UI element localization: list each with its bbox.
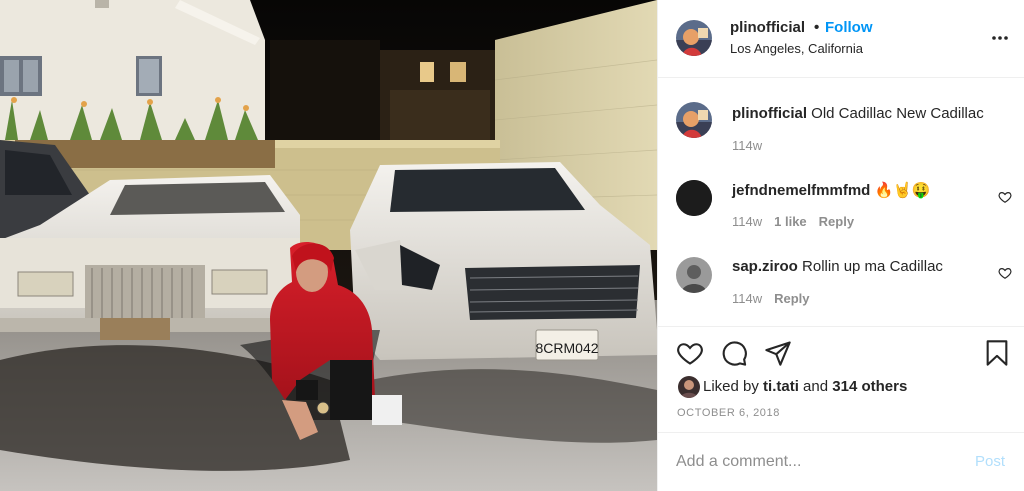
bookmark-icon[interactable] [983, 339, 1011, 367]
comment-text: sap.ziroo Rollin up ma Cadillac [732, 258, 943, 275]
avatar[interactable] [676, 257, 712, 293]
likes-prefix: Liked by [703, 378, 764, 395]
comment-likes[interactable]: 1 like [774, 214, 807, 229]
add-comment-bar: Post [658, 432, 1024, 491]
comment-body: Rollin up ma Cadillac [797, 258, 943, 275]
comment-username[interactable]: jefndnemelfmmfmd [732, 182, 870, 199]
post-photo[interactable]: 8CRM042 [0, 0, 657, 491]
comment-time[interactable]: 114w [732, 291, 762, 306]
post-date[interactable]: OCTOBER 6, 2018 [677, 407, 780, 419]
avatar[interactable] [676, 102, 712, 138]
likes-middle: and [798, 378, 833, 395]
separator-dot: • [814, 19, 820, 36]
avatar[interactable] [676, 20, 712, 56]
comment-meta: 114w Reply [732, 291, 822, 306]
comment-input[interactable] [676, 449, 956, 475]
comment-meta: 114w 1 like Reply [732, 214, 866, 229]
post-button[interactable]: Post [975, 453, 1005, 470]
license-plate-text: 8CRM042 [535, 340, 598, 356]
reply-button[interactable]: Reply [774, 291, 809, 306]
reply-button[interactable]: Reply [819, 214, 854, 229]
comment-time[interactable]: 114w [732, 214, 762, 229]
avatar[interactable] [676, 180, 712, 216]
action-bar: Liked by ti.tati and 314 others OCTOBER … [658, 326, 1024, 432]
liker-username[interactable]: ti.tati [763, 378, 799, 395]
likes-others-link[interactable]: 314 others [832, 378, 907, 395]
heart-icon[interactable] [998, 190, 1012, 204]
comment-username[interactable]: sap.ziroo [732, 258, 798, 275]
comment-text: plinofficial Old Cadillac New Cadillac [732, 105, 984, 122]
comment-icon[interactable] [720, 339, 748, 367]
post-location[interactable]: Los Angeles, California [730, 41, 863, 56]
post-details-panel: plinofficial • Follow Los Angeles, Calif… [657, 0, 1024, 491]
share-icon[interactable] [764, 339, 792, 367]
likes-text: Liked by ti.tati and 314 others [703, 378, 907, 395]
heart-icon[interactable] [998, 266, 1012, 280]
comments-list: plinofficial Old Cadillac New Cadillac 1… [658, 78, 1024, 326]
more-options-icon[interactable] [990, 28, 1010, 48]
comment-username[interactable]: plinofficial [732, 105, 807, 122]
comment-body: Old Cadillac New Cadillac [807, 105, 984, 122]
post-username[interactable]: plinofficial [730, 19, 805, 36]
comment-text: jefndnemelfmmfmd 🔥🤘🤑 [732, 181, 931, 199]
comment-time[interactable]: 114w [732, 138, 762, 153]
heart-icon[interactable] [676, 339, 704, 367]
comment-body: 🔥🤘🤑 [870, 182, 931, 199]
comment-meta: 114w [732, 138, 774, 153]
post-header: plinofficial • Follow Los Angeles, Calif… [658, 0, 1024, 78]
follow-button[interactable]: Follow [825, 19, 873, 36]
avatar[interactable] [678, 376, 700, 398]
